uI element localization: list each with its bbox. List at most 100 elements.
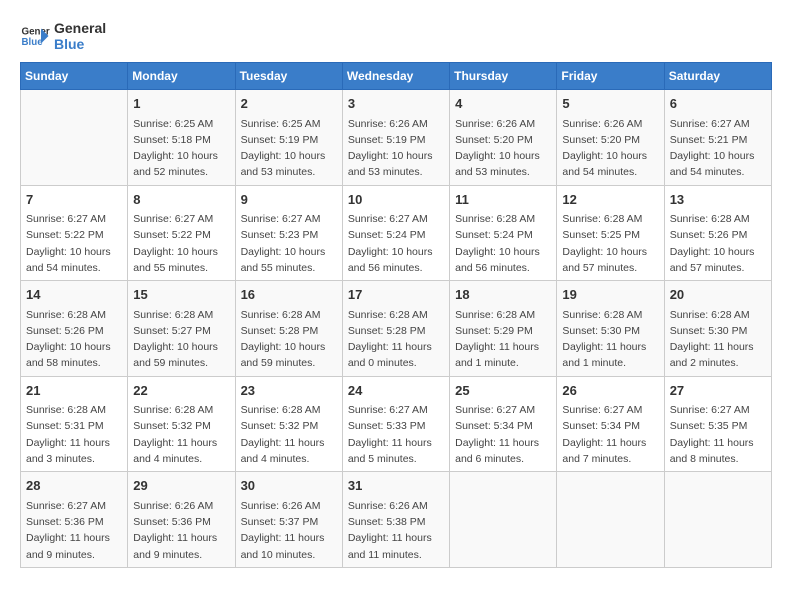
calendar-cell bbox=[664, 472, 771, 568]
calendar-cell: 23Sunrise: 6:28 AMSunset: 5:32 PMDayligh… bbox=[235, 376, 342, 472]
cell-info: Sunrise: 6:27 AMSunset: 5:36 PMDaylight:… bbox=[26, 498, 122, 563]
day-number: 2 bbox=[241, 94, 337, 114]
day-number: 19 bbox=[562, 285, 658, 305]
day-number: 22 bbox=[133, 381, 229, 401]
logo-text-general: General bbox=[54, 20, 106, 36]
cell-info: Sunrise: 6:28 AMSunset: 5:28 PMDaylight:… bbox=[348, 307, 444, 372]
calendar-cell: 22Sunrise: 6:28 AMSunset: 5:32 PMDayligh… bbox=[128, 376, 235, 472]
weekday-header-thursday: Thursday bbox=[450, 63, 557, 90]
day-number: 14 bbox=[26, 285, 122, 305]
cell-info: Sunrise: 6:28 AMSunset: 5:32 PMDaylight:… bbox=[241, 402, 337, 467]
calendar-cell bbox=[557, 472, 664, 568]
day-number: 25 bbox=[455, 381, 551, 401]
cell-info: Sunrise: 6:28 AMSunset: 5:30 PMDaylight:… bbox=[562, 307, 658, 372]
page-header: General Blue General Blue bbox=[20, 20, 772, 52]
calendar-cell: 11Sunrise: 6:28 AMSunset: 5:24 PMDayligh… bbox=[450, 185, 557, 281]
calendar-cell: 24Sunrise: 6:27 AMSunset: 5:33 PMDayligh… bbox=[342, 376, 449, 472]
cell-info: Sunrise: 6:27 AMSunset: 5:34 PMDaylight:… bbox=[562, 402, 658, 467]
week-row-4: 21Sunrise: 6:28 AMSunset: 5:31 PMDayligh… bbox=[21, 376, 772, 472]
day-number: 7 bbox=[26, 190, 122, 210]
calendar-cell bbox=[21, 90, 128, 186]
calendar-table: SundayMondayTuesdayWednesdayThursdayFrid… bbox=[20, 62, 772, 568]
calendar-cell: 27Sunrise: 6:27 AMSunset: 5:35 PMDayligh… bbox=[664, 376, 771, 472]
day-number: 6 bbox=[670, 94, 766, 114]
day-number: 10 bbox=[348, 190, 444, 210]
logo-icon: General Blue bbox=[20, 21, 50, 51]
calendar-cell: 21Sunrise: 6:28 AMSunset: 5:31 PMDayligh… bbox=[21, 376, 128, 472]
cell-info: Sunrise: 6:27 AMSunset: 5:21 PMDaylight:… bbox=[670, 116, 766, 181]
weekday-header-tuesday: Tuesday bbox=[235, 63, 342, 90]
calendar-cell: 26Sunrise: 6:27 AMSunset: 5:34 PMDayligh… bbox=[557, 376, 664, 472]
day-number: 24 bbox=[348, 381, 444, 401]
day-number: 28 bbox=[26, 476, 122, 496]
cell-info: Sunrise: 6:28 AMSunset: 5:24 PMDaylight:… bbox=[455, 211, 551, 276]
cell-info: Sunrise: 6:28 AMSunset: 5:29 PMDaylight:… bbox=[455, 307, 551, 372]
calendar-cell bbox=[450, 472, 557, 568]
day-number: 13 bbox=[670, 190, 766, 210]
weekday-header-row: SundayMondayTuesdayWednesdayThursdayFrid… bbox=[21, 63, 772, 90]
week-row-5: 28Sunrise: 6:27 AMSunset: 5:36 PMDayligh… bbox=[21, 472, 772, 568]
calendar-cell: 2Sunrise: 6:25 AMSunset: 5:19 PMDaylight… bbox=[235, 90, 342, 186]
calendar-cell: 18Sunrise: 6:28 AMSunset: 5:29 PMDayligh… bbox=[450, 281, 557, 377]
cell-info: Sunrise: 6:26 AMSunset: 5:37 PMDaylight:… bbox=[241, 498, 337, 563]
cell-info: Sunrise: 6:25 AMSunset: 5:18 PMDaylight:… bbox=[133, 116, 229, 181]
calendar-cell: 1Sunrise: 6:25 AMSunset: 5:18 PMDaylight… bbox=[128, 90, 235, 186]
svg-text:Blue: Blue bbox=[22, 37, 44, 48]
day-number: 23 bbox=[241, 381, 337, 401]
calendar-cell: 14Sunrise: 6:28 AMSunset: 5:26 PMDayligh… bbox=[21, 281, 128, 377]
calendar-cell: 19Sunrise: 6:28 AMSunset: 5:30 PMDayligh… bbox=[557, 281, 664, 377]
day-number: 1 bbox=[133, 94, 229, 114]
calendar-cell: 8Sunrise: 6:27 AMSunset: 5:22 PMDaylight… bbox=[128, 185, 235, 281]
calendar-cell: 7Sunrise: 6:27 AMSunset: 5:22 PMDaylight… bbox=[21, 185, 128, 281]
cell-info: Sunrise: 6:26 AMSunset: 5:20 PMDaylight:… bbox=[455, 116, 551, 181]
cell-info: Sunrise: 6:27 AMSunset: 5:35 PMDaylight:… bbox=[670, 402, 766, 467]
cell-info: Sunrise: 6:28 AMSunset: 5:30 PMDaylight:… bbox=[670, 307, 766, 372]
cell-info: Sunrise: 6:27 AMSunset: 5:23 PMDaylight:… bbox=[241, 211, 337, 276]
calendar-cell: 30Sunrise: 6:26 AMSunset: 5:37 PMDayligh… bbox=[235, 472, 342, 568]
calendar-cell: 9Sunrise: 6:27 AMSunset: 5:23 PMDaylight… bbox=[235, 185, 342, 281]
weekday-header-sunday: Sunday bbox=[21, 63, 128, 90]
day-number: 12 bbox=[562, 190, 658, 210]
day-number: 15 bbox=[133, 285, 229, 305]
cell-info: Sunrise: 6:28 AMSunset: 5:26 PMDaylight:… bbox=[670, 211, 766, 276]
calendar-cell: 25Sunrise: 6:27 AMSunset: 5:34 PMDayligh… bbox=[450, 376, 557, 472]
cell-info: Sunrise: 6:28 AMSunset: 5:28 PMDaylight:… bbox=[241, 307, 337, 372]
cell-info: Sunrise: 6:27 AMSunset: 5:22 PMDaylight:… bbox=[26, 211, 122, 276]
day-number: 26 bbox=[562, 381, 658, 401]
cell-info: Sunrise: 6:28 AMSunset: 5:27 PMDaylight:… bbox=[133, 307, 229, 372]
cell-info: Sunrise: 6:28 AMSunset: 5:31 PMDaylight:… bbox=[26, 402, 122, 467]
cell-info: Sunrise: 6:26 AMSunset: 5:38 PMDaylight:… bbox=[348, 498, 444, 563]
cell-info: Sunrise: 6:27 AMSunset: 5:22 PMDaylight:… bbox=[133, 211, 229, 276]
week-row-1: 1Sunrise: 6:25 AMSunset: 5:18 PMDaylight… bbox=[21, 90, 772, 186]
day-number: 30 bbox=[241, 476, 337, 496]
calendar-cell: 20Sunrise: 6:28 AMSunset: 5:30 PMDayligh… bbox=[664, 281, 771, 377]
weekday-header-friday: Friday bbox=[557, 63, 664, 90]
week-row-3: 14Sunrise: 6:28 AMSunset: 5:26 PMDayligh… bbox=[21, 281, 772, 377]
cell-info: Sunrise: 6:28 AMSunset: 5:26 PMDaylight:… bbox=[26, 307, 122, 372]
cell-info: Sunrise: 6:26 AMSunset: 5:20 PMDaylight:… bbox=[562, 116, 658, 181]
cell-info: Sunrise: 6:27 AMSunset: 5:34 PMDaylight:… bbox=[455, 402, 551, 467]
calendar-cell: 28Sunrise: 6:27 AMSunset: 5:36 PMDayligh… bbox=[21, 472, 128, 568]
day-number: 5 bbox=[562, 94, 658, 114]
weekday-header-wednesday: Wednesday bbox=[342, 63, 449, 90]
day-number: 21 bbox=[26, 381, 122, 401]
day-number: 3 bbox=[348, 94, 444, 114]
logo: General Blue General Blue bbox=[20, 20, 106, 52]
calendar-cell: 3Sunrise: 6:26 AMSunset: 5:19 PMDaylight… bbox=[342, 90, 449, 186]
logo-text-blue: Blue bbox=[54, 36, 106, 52]
calendar-cell: 29Sunrise: 6:26 AMSunset: 5:36 PMDayligh… bbox=[128, 472, 235, 568]
cell-info: Sunrise: 6:26 AMSunset: 5:19 PMDaylight:… bbox=[348, 116, 444, 181]
day-number: 9 bbox=[241, 190, 337, 210]
calendar-cell: 15Sunrise: 6:28 AMSunset: 5:27 PMDayligh… bbox=[128, 281, 235, 377]
cell-info: Sunrise: 6:26 AMSunset: 5:36 PMDaylight:… bbox=[133, 498, 229, 563]
day-number: 8 bbox=[133, 190, 229, 210]
cell-info: Sunrise: 6:28 AMSunset: 5:32 PMDaylight:… bbox=[133, 402, 229, 467]
calendar-cell: 6Sunrise: 6:27 AMSunset: 5:21 PMDaylight… bbox=[664, 90, 771, 186]
day-number: 18 bbox=[455, 285, 551, 305]
cell-info: Sunrise: 6:25 AMSunset: 5:19 PMDaylight:… bbox=[241, 116, 337, 181]
calendar-cell: 17Sunrise: 6:28 AMSunset: 5:28 PMDayligh… bbox=[342, 281, 449, 377]
cell-info: Sunrise: 6:28 AMSunset: 5:25 PMDaylight:… bbox=[562, 211, 658, 276]
cell-info: Sunrise: 6:27 AMSunset: 5:24 PMDaylight:… bbox=[348, 211, 444, 276]
calendar-cell: 31Sunrise: 6:26 AMSunset: 5:38 PMDayligh… bbox=[342, 472, 449, 568]
week-row-2: 7Sunrise: 6:27 AMSunset: 5:22 PMDaylight… bbox=[21, 185, 772, 281]
